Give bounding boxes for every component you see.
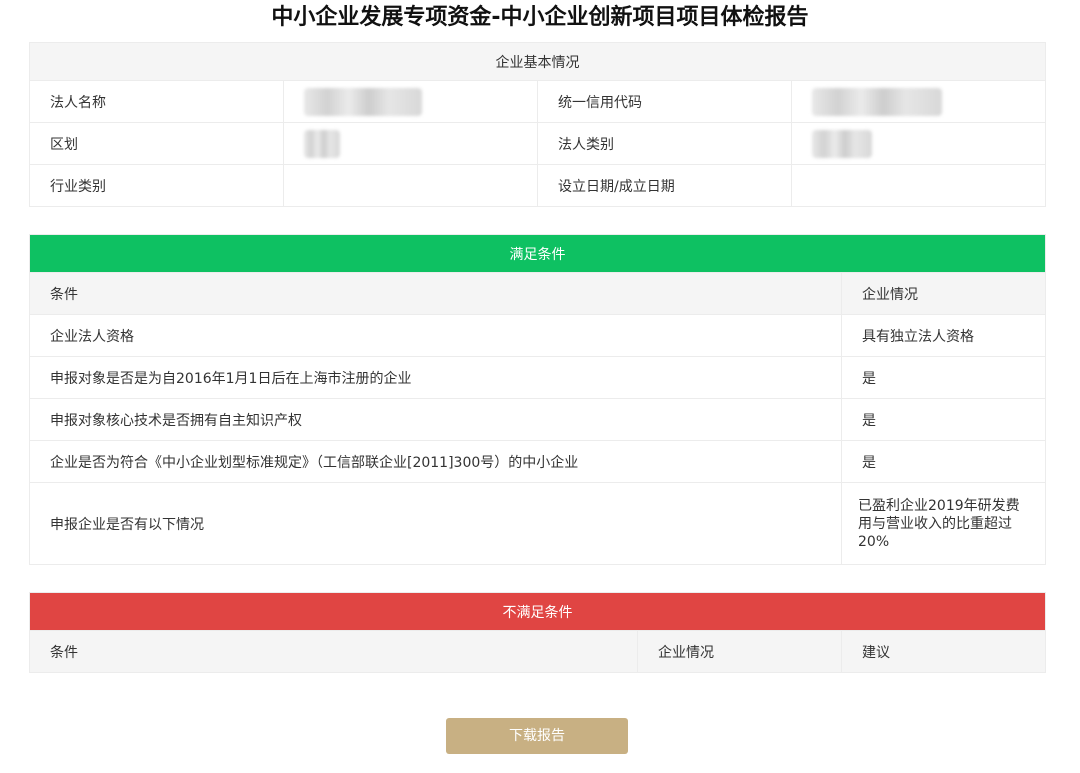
redacted-value [304, 87, 422, 116]
founding-date-value [791, 164, 1046, 207]
redacted-value [812, 129, 872, 158]
table-row: 企业是否为符合《中小企业划型标准规定》（工信部联企业[2011]300号）的中小… [29, 440, 1046, 483]
industry-label: 行业类别 [29, 164, 284, 207]
condition-cell: 企业是否为符合《中小企业划型标准规定》（工信部联企业[2011]300号）的中小… [29, 440, 842, 483]
founding-date-label: 设立日期/成立日期 [537, 164, 792, 207]
table-row: 企业法人资格 具有独立法人资格 [29, 314, 1046, 357]
basic-info-header: 企业基本情况 [29, 42, 1046, 81]
unmet-conditions-header: 不满足条件 [28, 592, 1047, 631]
table-row: 申报对象是否是为自2016年1月1日后在上海市注册的企业 是 [29, 356, 1046, 399]
status-cell: 具有独立法人资格 [841, 314, 1046, 357]
legal-type-label: 法人类别 [537, 122, 792, 165]
page-title: 中小企业发展专项资金-中小企业创新项目项目体检报告 [271, 5, 809, 30]
unmet-conditions-table: 不满足条件 条件 企业情况 建议 [28, 592, 1047, 673]
legal-name-value [283, 80, 538, 123]
legal-name-label: 法人名称 [29, 80, 284, 123]
credit-code-value [791, 80, 1046, 123]
status-cell: 是 [841, 440, 1046, 483]
condition-cell: 申报企业是否有以下情况 [29, 482, 842, 565]
legal-type-value [791, 122, 1046, 165]
condition-cell: 企业法人资格 [29, 314, 842, 357]
district-value [283, 122, 538, 165]
met-conditions-header: 满足条件 [29, 234, 1046, 273]
condition-cell: 申报对象是否是为自2016年1月1日后在上海市注册的企业 [29, 356, 842, 399]
status-cell: 已盈利企业2019年研发费用与营业收入的比重超过20% [841, 482, 1046, 565]
status-cell: 是 [841, 356, 1046, 399]
status-cell: 是 [841, 398, 1046, 441]
download-report-button[interactable]: 下载报告 [446, 718, 628, 754]
district-label: 区划 [29, 122, 284, 165]
redacted-value [304, 129, 340, 158]
industry-value [283, 164, 538, 207]
column-header-status: 企业情况 [841, 272, 1046, 315]
column-header-suggestion: 建议 [840, 630, 1047, 673]
basic-info-table: 企业基本情况 法人名称 统一信用代码 区划 法人类别 行业类别 设立日期/成立日… [29, 42, 1046, 207]
column-header-condition: 条件 [29, 272, 842, 315]
condition-cell: 申报对象核心技术是否拥有自主知识产权 [29, 398, 842, 441]
redacted-value [812, 87, 942, 116]
credit-code-label: 统一信用代码 [537, 80, 792, 123]
column-header-condition: 条件 [29, 630, 638, 673]
met-conditions-table: 满足条件 条件 企业情况 企业法人资格 具有独立法人资格 申报对象是否是为自20… [29, 234, 1046, 565]
table-row: 申报企业是否有以下情况 已盈利企业2019年研发费用与营业收入的比重超过20% [29, 482, 1046, 565]
column-header-status: 企业情况 [637, 630, 842, 673]
table-row: 申报对象核心技术是否拥有自主知识产权 是 [29, 398, 1046, 441]
